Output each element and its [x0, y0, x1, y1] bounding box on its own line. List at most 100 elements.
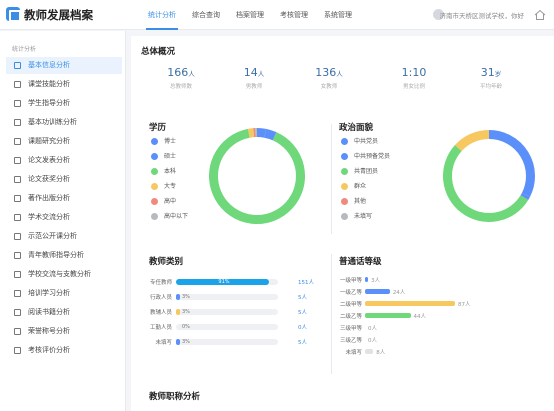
- title-analysis-title: 教师职称分析: [149, 392, 201, 402]
- sidebar-item[interactable]: 著作出版分析: [6, 190, 122, 207]
- stat-unit: 人: [257, 70, 265, 78]
- sidebar-item[interactable]: 学术交流分析: [6, 209, 122, 226]
- edit-icon: [14, 119, 21, 126]
- sidebar: 统计分析 基本信息分析 课堂技能分析 学生指导分析 基本功训练分析 课题研究分析论文发表…: [0, 31, 126, 411]
- donut-slice[interactable]: [520, 192, 530, 200]
- bar-count: 44人: [413, 314, 427, 320]
- bar-fill[interactable]: [176, 309, 180, 315]
- nav-statistics[interactable]: 统计分析: [140, 0, 184, 30]
- bar-label: 工勤人员: [149, 325, 172, 331]
- legend-item[interactable]: 群众: [341, 182, 366, 191]
- donut-slice[interactable]: [443, 145, 529, 222]
- stat-card: 1:10 男女比例: [384, 66, 444, 90]
- chat-icon: [14, 214, 21, 221]
- sidebar-item[interactable]: 课题研究分析: [6, 133, 122, 150]
- bar[interactable]: [365, 289, 390, 294]
- legend-item[interactable]: 高中: [151, 197, 176, 206]
- bar[interactable]: [365, 301, 455, 306]
- donut-slice[interactable]: [454, 130, 490, 152]
- home-icon[interactable]: [534, 9, 546, 21]
- legend-swatch: [151, 198, 158, 205]
- stat-value-line: 1:10: [384, 66, 444, 79]
- sidebar-item-label: 阅读书籍分析: [28, 308, 70, 316]
- stat-label: 女教师: [320, 84, 338, 90]
- mandarin-title: 普通话等级: [339, 257, 382, 267]
- sidebar-item[interactable]: 基本功训练分析: [6, 114, 122, 131]
- stat-value-line: 14人: [224, 66, 284, 79]
- bar-fill[interactable]: [176, 339, 180, 345]
- stat-card: 166人总教师数: [151, 66, 211, 90]
- bar[interactable]: [365, 349, 374, 354]
- legend-item[interactable]: 共青团员: [341, 167, 378, 176]
- legend-swatch: [151, 213, 158, 220]
- sidebar-item[interactable]: 基本信息分析: [6, 57, 122, 74]
- bar-count: 0人: [298, 325, 307, 331]
- stat-value-line: 166人: [151, 66, 211, 79]
- legend-item[interactable]: 未填写: [341, 212, 372, 221]
- sidebar-item[interactable]: 论文获奖分析: [6, 171, 122, 188]
- donut-slice[interactable]: [264, 128, 277, 141]
- bar-count: 87人: [458, 302, 471, 308]
- sidebar-item[interactable]: 课堂技能分析: [6, 76, 122, 93]
- legend-label: 共青团员: [354, 168, 379, 175]
- user-greeting[interactable]: 济南市天桥区测试学校，你好: [440, 10, 525, 20]
- divider: [331, 124, 332, 234]
- donut-slice[interactable]: [247, 128, 255, 138]
- legend-item[interactable]: 其他: [341, 197, 366, 206]
- legend-swatch: [341, 168, 348, 175]
- bar-count: 8人: [376, 350, 386, 356]
- flag-icon: [14, 271, 21, 278]
- legend-swatch: [151, 153, 158, 160]
- sidebar-item-label: 考核评价分析: [28, 346, 70, 354]
- bar-percent: 3%: [182, 293, 190, 300]
- legend-item[interactable]: 中共预备党员: [341, 152, 390, 161]
- stat-label: 总教师数: [169, 84, 192, 90]
- bar-count: 151人: [298, 280, 314, 286]
- legend-label: 大专: [164, 183, 177, 190]
- legend-item[interactable]: 大专: [151, 182, 176, 191]
- legend-item[interactable]: 博士: [151, 137, 176, 146]
- sidebar-item[interactable]: 学生指导分析: [6, 95, 122, 112]
- nav-archive[interactable]: 档案管理: [228, 0, 272, 30]
- bar[interactable]: [365, 277, 369, 282]
- stat-value: 14: [243, 66, 258, 79]
- nav-assessment[interactable]: 考核管理: [272, 0, 316, 30]
- sidebar-item[interactable]: 示范公开课分析: [6, 228, 122, 245]
- nav-query[interactable]: 综合查询: [184, 0, 228, 30]
- sidebar-item[interactable]: 青年教师指导分析: [6, 247, 122, 264]
- donut-slice[interactable]: [488, 130, 535, 197]
- bar[interactable]: [365, 313, 411, 318]
- stat-label: 平均年龄: [479, 84, 502, 90]
- bar-fill[interactable]: [176, 294, 180, 300]
- teacher-type-title: 教师类别: [149, 257, 184, 267]
- nav-system[interactable]: 系统管理: [316, 0, 360, 30]
- top-nav: 统计分析 综合查询 档案管理 考核管理 系统管理: [140, 0, 360, 30]
- donut-slice[interactable]: [209, 128, 305, 224]
- legend-item[interactable]: 中共党员: [341, 137, 378, 146]
- education-donut-chart: [209, 128, 305, 224]
- sidebar-item[interactable]: 考核评价分析: [6, 342, 122, 359]
- donut-slice[interactable]: [256, 128, 267, 138]
- file-icon: [14, 157, 21, 164]
- sidebar-item-label: 著作出版分析: [28, 194, 70, 202]
- politics-title: 政治面貌: [339, 123, 374, 133]
- sidebar-item[interactable]: 荣誉称号分析: [6, 323, 122, 340]
- sidebar-heading: 统计分析: [12, 46, 37, 53]
- sidebar-item-label: 论文发表分析: [28, 156, 70, 164]
- star-icon: [14, 347, 21, 354]
- sidebar-item-label: 示范公开课分析: [28, 232, 77, 240]
- sidebar-item[interactable]: 阅读书籍分析: [6, 304, 122, 321]
- legend-item[interactable]: 高中以下: [151, 212, 188, 221]
- top-header: 教师发展档案 统计分析 综合查询 档案管理 考核管理 系统管理 济南市天桥区测试…: [0, 0, 554, 30]
- monitor-icon: [14, 233, 21, 240]
- bar-track: [176, 339, 278, 345]
- bar-label: 专任教师: [149, 280, 172, 286]
- legend-item[interactable]: 本科: [151, 167, 176, 176]
- stat-unit: 人: [336, 70, 343, 78]
- sidebar-item-label: 论文获奖分析: [28, 175, 70, 183]
- sidebar-item[interactable]: 论文发表分析: [6, 152, 122, 169]
- sidebar-item[interactable]: 学校交流与支教分析: [6, 266, 122, 283]
- sidebar-item[interactable]: 培训学习分析: [6, 285, 122, 302]
- legend-item[interactable]: 硕士: [151, 152, 176, 161]
- legend-label: 中共党员: [354, 138, 379, 145]
